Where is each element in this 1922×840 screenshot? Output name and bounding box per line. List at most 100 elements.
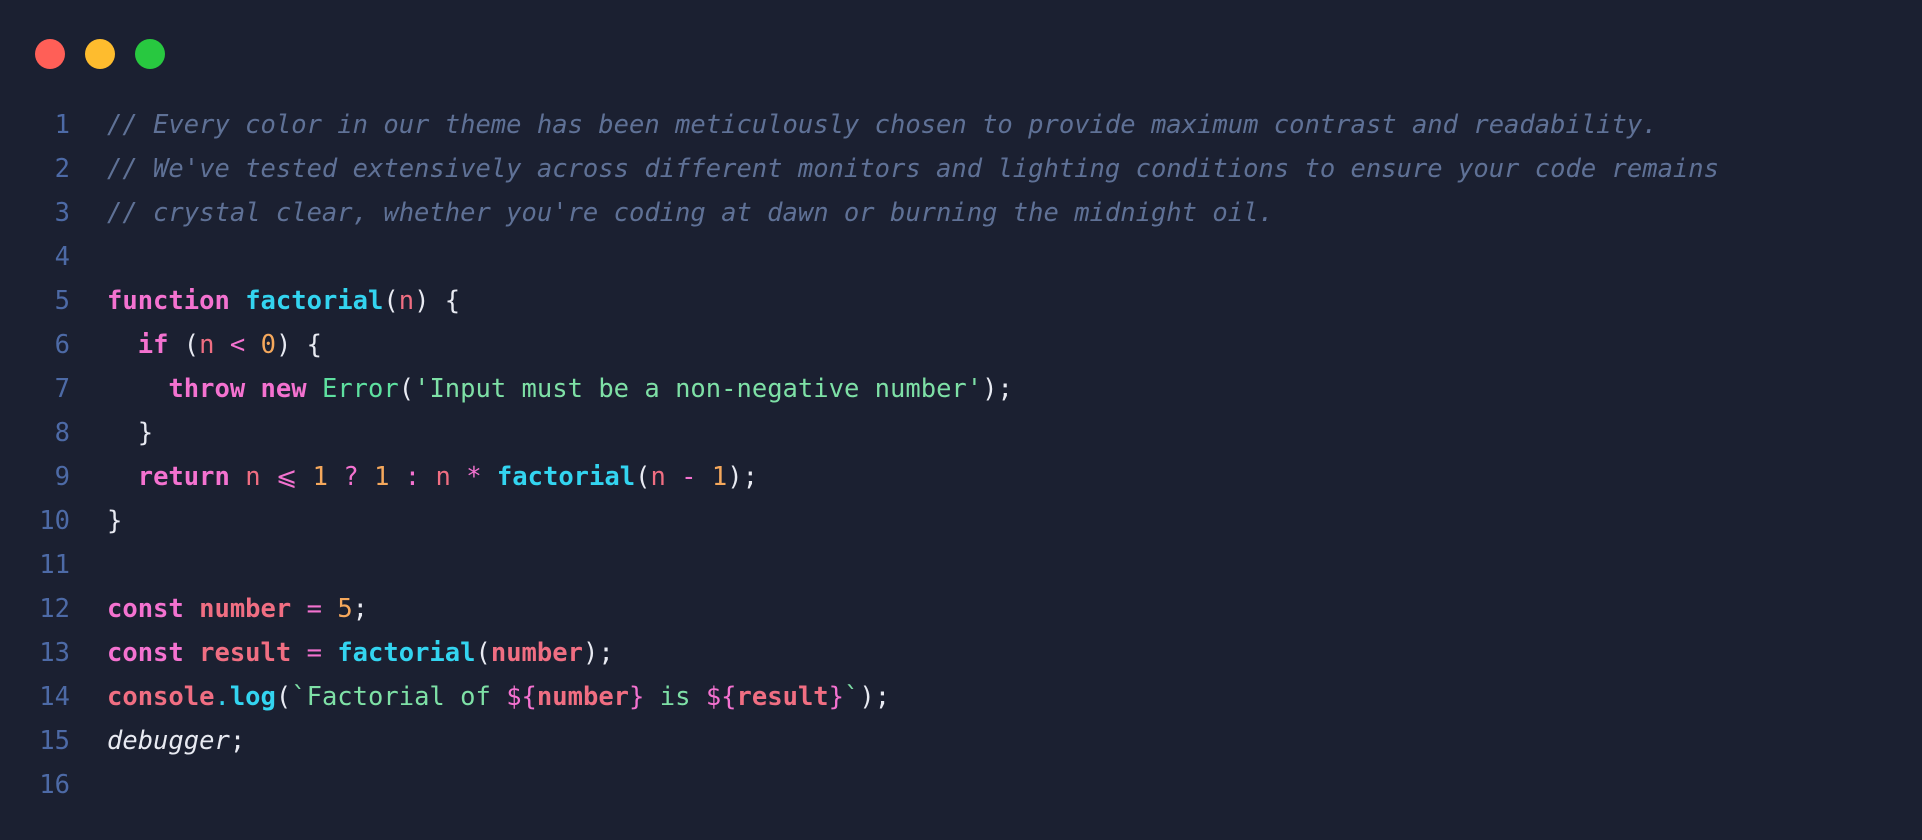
line-number: 13 [39,638,70,668]
code-token-variable: n [199,330,215,360]
code-token-punct: ( [398,374,415,404]
code-token-comment: // crystal clear, whether you're coding … [107,198,1274,228]
code-token-punct: ( [168,330,200,360]
code-line: 2 // We've tested extensively across diff… [0,147,1922,191]
line-number: 2 [54,154,70,184]
line-source: } [107,499,122,543]
line-number: 1 [54,110,70,140]
code-editor[interactable]: 1 // Every color in our theme has been me… [0,103,1922,807]
line-source: // We've tested extensively across diffe… [107,147,1719,191]
code-token-punct [107,330,138,360]
code-token-punct: ); [982,374,1013,404]
code-token-punct: ); [859,682,891,712]
line-number: 7 [54,374,70,404]
code-token-function: factorial [496,462,636,492]
line-source: console.log(`Factorial of ${number} is $… [107,675,890,719]
line-number: 14 [39,682,70,712]
code-token-class: Error [321,374,399,404]
code-token-punct [307,374,322,404]
code-token-operator: - [665,462,712,492]
code-window: 1 // Every color in our theme has been me… [0,0,1922,840]
code-token-operator: : [389,462,436,492]
code-token-number: 1 [312,462,328,492]
code-token-punct: } [107,506,123,536]
code-line: 5 function factorial(n) { [0,279,1922,323]
code-token-comment: // Every color in our theme has been met… [107,110,1658,140]
line-source: throw new Error('Input must be a non-neg… [107,367,1013,411]
code-line: 16 [0,763,1922,807]
code-token-punct [230,462,245,492]
line-number: 6 [54,330,70,360]
code-token-punct: ( [275,682,292,712]
code-token-keyword: return [137,462,230,492]
code-token-punct: debugger [107,726,230,756]
line-number: 10 [39,506,70,536]
code-token-function: . [214,682,230,712]
code-token-operator: * [450,462,497,492]
code-token-punct: ; [352,594,369,624]
code-token-string: `Factorial of [291,682,507,712]
code-line: 13 const result = factorial(number); [0,631,1922,675]
code-token-variable: result [736,682,829,712]
maximize-button[interactable] [135,39,165,69]
minimize-button[interactable] [85,39,115,69]
line-source: // Every color in our theme has been met… [107,103,1658,147]
code-token-keyword: if [137,330,169,360]
code-token-keyword: ${ [705,682,737,712]
code-token-operator: = [291,638,338,668]
code-token-punct: ); [582,638,614,668]
code-token-function: log [229,682,276,712]
code-token-function: factorial [337,638,476,668]
code-line: 12 const number = 5; [0,587,1922,631]
line-number: 12 [39,594,70,624]
code-line: 1 // Every color in our theme has been me… [0,103,1922,147]
code-token-punct: ; [229,726,246,756]
line-number: 15 [39,726,70,756]
code-token-number: 1 [711,462,728,492]
code-line: 15 debugger; [0,719,1922,763]
code-token-comment: // We've tested extensively across diffe… [107,154,1719,184]
code-token-keyword: function [107,286,230,316]
code-token-punct: ( [383,286,399,316]
code-token-variable: n [435,462,451,492]
code-token-punct: ); [727,462,758,492]
code-token-operator: ⩽ [260,462,313,492]
code-token-variable: console [107,682,215,712]
code-line: 9 return n ⩽ 1 ? 1 : n * factorial(n - 1… [0,455,1922,499]
code-token-function: factorial [245,286,384,316]
code-token-variable: n [650,462,666,492]
code-line: 7 throw new Error('Input must be a non-n… [0,367,1922,411]
line-source: const result = factorial(number); [107,631,614,675]
code-token-punct [245,374,260,404]
code-line: 8 } [0,411,1922,455]
code-token-variable: n [398,286,415,316]
code-token-keyword: ${ [506,682,537,712]
line-source: // crystal clear, whether you're coding … [107,191,1274,235]
code-token-variable: number [199,594,292,624]
code-token-string: 'Input must be a non-negative number' [414,374,983,404]
line-number: 3 [54,198,70,228]
code-token-number: 0 [260,330,276,360]
code-token-punct [230,286,245,316]
code-token-number: 5 [337,594,353,624]
code-token-keyword: const [107,638,184,668]
code-token-keyword: throw [168,374,246,404]
code-line: 10} [0,499,1922,543]
code-token-punct [184,638,199,668]
line-source: const number = 5; [107,587,368,631]
code-token-keyword: } [828,682,845,712]
line-source: debugger; [107,719,245,763]
code-token-variable: number [490,638,583,668]
code-token-variable: result [199,638,292,668]
code-token-operator: = [291,594,338,624]
close-button[interactable] [35,39,65,69]
code-token-string: ` [844,682,860,712]
line-number: 8 [54,418,70,448]
line-number: 16 [39,770,70,800]
code-token-punct [107,462,138,492]
code-line: 4 [0,235,1922,279]
line-number: 11 [39,550,70,580]
code-token-punct: ( [635,462,651,492]
code-token-keyword: const [107,594,184,624]
code-line: 14 console.log(`Factorial of ${number} is… [0,675,1922,719]
